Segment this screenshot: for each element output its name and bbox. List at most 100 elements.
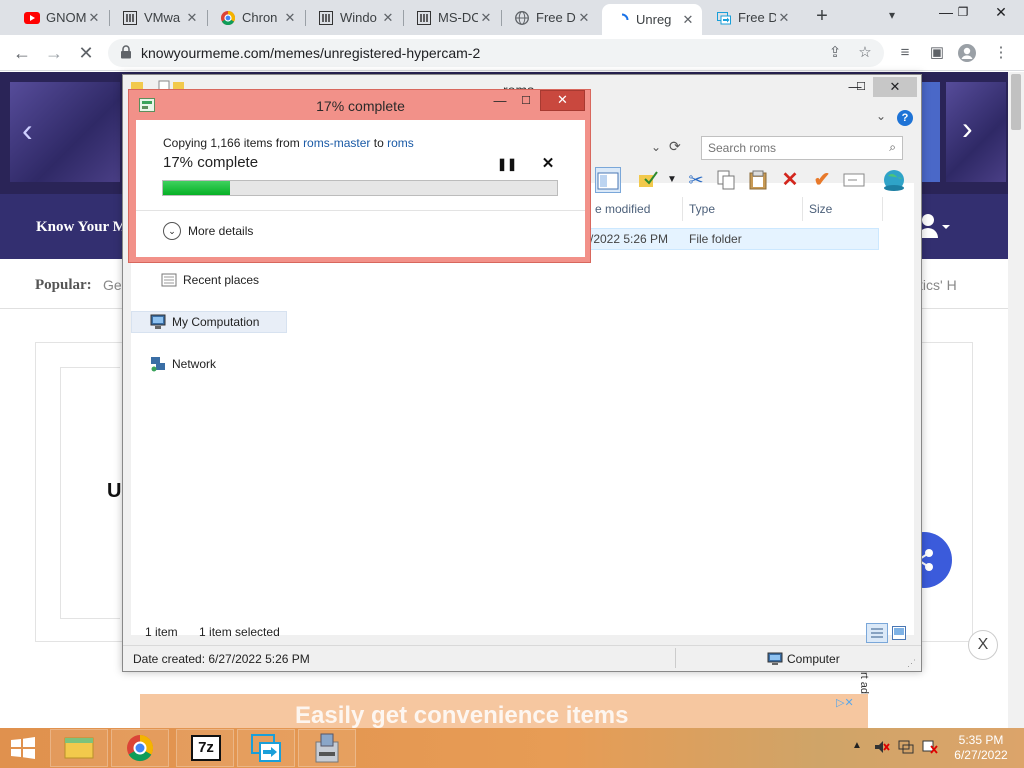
- taskbar-app-chrome[interactable]: [111, 729, 169, 767]
- tab-search-chevron-icon[interactable]: ▾: [889, 8, 895, 22]
- close-icon[interactable]: ✕: [478, 10, 494, 26]
- banner-thumbnail[interactable]: [920, 82, 940, 182]
- site-logo[interactable]: Know Your M: [36, 219, 127, 236]
- network-icon: [151, 357, 165, 372]
- tab-gnom[interactable]: GNOM ✕: [12, 4, 108, 31]
- address-dropdown-icon[interactable]: ⌄: [651, 140, 661, 154]
- restore-icon[interactable]: ❐: [948, 2, 978, 24]
- nav-network[interactable]: Network: [150, 356, 216, 372]
- taskbar-app-installer[interactable]: [298, 729, 356, 767]
- close-icon[interactable]: ✕: [680, 12, 696, 28]
- nav-my-computation[interactable]: My Computation: [150, 314, 259, 330]
- browser-toolbar: ← → ✕ knowyourmeme.com/memes/unregistere…: [0, 35, 1024, 71]
- search-icon[interactable]: ⌕: [889, 140, 896, 155]
- close-icon[interactable]: ✕: [282, 10, 298, 26]
- stop-loading-icon[interactable]: ✕: [74, 41, 98, 65]
- url-text[interactable]: knowyourmeme.com/memes/unregistered-hype…: [141, 45, 480, 61]
- maximize-icon[interactable]: ☐: [849, 77, 873, 97]
- ad-choices-icon[interactable]: ▷✕: [836, 696, 854, 709]
- forward-arrow-icon[interactable]: →: [42, 41, 66, 65]
- chevron-down-icon[interactable]: ⌄: [876, 109, 886, 123]
- scrollbar-thumb[interactable]: [1011, 74, 1021, 130]
- pause-button[interactable]: ❚❚: [497, 157, 517, 171]
- refresh-icon[interactable]: ⟳: [669, 138, 681, 155]
- cut-icon[interactable]: ✂: [683, 167, 709, 193]
- globe-icon[interactable]: [881, 167, 907, 193]
- side-panel-icon[interactable]: ▣: [928, 44, 946, 62]
- column-separator[interactable]: [682, 197, 683, 221]
- address-bar[interactable]: knowyourmeme.com/memes/unregistered-hype…: [108, 39, 884, 67]
- dialog-close-button[interactable]: ✕: [540, 90, 585, 111]
- tab-windows[interactable]: Windo ✕: [306, 4, 402, 31]
- reading-list-icon[interactable]: ≡: [896, 44, 914, 62]
- close-icon[interactable]: ✕: [86, 10, 102, 26]
- rename-icon[interactable]: [841, 167, 867, 193]
- tab-msdos[interactable]: MS-DC ✕: [404, 4, 500, 31]
- ad-banner[interactable]: Easily get convenience items ▷✕: [140, 694, 868, 728]
- column-separator[interactable]: [802, 197, 803, 221]
- taskbar-app-remote-desktop[interactable]: [237, 729, 295, 767]
- column-header-date-modified[interactable]: e modified: [595, 202, 650, 216]
- close-icon[interactable]: ✕: [576, 10, 592, 26]
- search-input[interactable]: [708, 141, 878, 155]
- statusbar-computer: Computer: [767, 652, 840, 666]
- chevron-down-icon[interactable]: ▼: [659, 167, 685, 193]
- network-status-icon[interactable]: [898, 740, 914, 757]
- paste-icon[interactable]: [745, 167, 771, 193]
- tab-chrome[interactable]: Chron ✕: [208, 4, 304, 31]
- help-icon[interactable]: ?: [897, 110, 913, 126]
- system-clock[interactable]: 5:35 PM 6/27/2022: [946, 733, 1016, 763]
- start-button[interactable]: [8, 735, 38, 761]
- copy-icon[interactable]: [713, 167, 739, 193]
- delete-icon[interactable]: ✕: [777, 167, 803, 193]
- chevron-down-icon: ⌄: [163, 222, 181, 240]
- resize-grip-icon[interactable]: ⋰: [907, 658, 916, 669]
- window-close-icon[interactable]: ✕: [873, 77, 917, 97]
- profile-icon[interactable]: [958, 44, 976, 62]
- ad-close-button[interactable]: X: [968, 630, 998, 660]
- window-close-icon[interactable]: ✕: [986, 2, 1016, 24]
- nav-recent-places[interactable]: Recent places: [161, 272, 259, 288]
- volume-muted-icon[interactable]: [874, 740, 890, 757]
- tab-free-d-1[interactable]: Free D ✕: [502, 4, 598, 31]
- tab-free-d-2[interactable]: Free D ✕: [704, 4, 798, 31]
- search-box[interactable]: ⌕: [701, 136, 903, 160]
- item-count: 1 item: [145, 625, 178, 639]
- column-separator[interactable]: [882, 197, 883, 221]
- checkmark-icon[interactable]: ✔: [809, 167, 835, 193]
- share-page-icon[interactable]: ⇪: [826, 44, 844, 62]
- popular-link[interactable]: Ge: [103, 277, 122, 293]
- column-header-size[interactable]: Size: [809, 202, 832, 216]
- tab-vmware[interactable]: VMwa ✕: [110, 4, 206, 31]
- maximize-icon[interactable]: ☐: [515, 92, 537, 112]
- taskbar-app-file-explorer[interactable]: [50, 729, 108, 767]
- cancel-copy-button[interactable]: ✕: [541, 156, 555, 171]
- close-icon[interactable]: ✕: [184, 10, 200, 26]
- carousel-prev-icon[interactable]: ‹: [22, 112, 33, 149]
- action-center-icon[interactable]: [922, 740, 938, 757]
- back-arrow-icon[interactable]: ←: [10, 41, 34, 65]
- tray-expand-icon[interactable]: ▲: [852, 740, 862, 751]
- file-row[interactable]: /2022 5:26 PM File folder: [585, 228, 879, 250]
- taskbar-app-7zip[interactable]: 7z: [176, 729, 234, 767]
- bookmark-star-icon[interactable]: ☆: [856, 44, 874, 62]
- properties-icon[interactable]: [635, 167, 661, 193]
- carousel-next-icon[interactable]: ›: [962, 110, 973, 147]
- column-header-type[interactable]: Type: [689, 202, 715, 216]
- menu-kebab-icon[interactable]: ⋮: [992, 44, 1010, 62]
- tab-unregistered[interactable]: Unreg ✕: [602, 4, 702, 35]
- source-folder-link[interactable]: roms-master: [303, 136, 370, 150]
- details-view-button[interactable]: [866, 623, 888, 643]
- preview-pane-button[interactable]: [595, 167, 621, 193]
- new-tab-button[interactable]: +: [812, 6, 832, 28]
- chrome-icon: [220, 10, 236, 26]
- page-scrollbar[interactable]: [1008, 72, 1024, 728]
- banner-thumbnail[interactable]: [946, 82, 1006, 182]
- clock-date: 6/27/2022: [954, 748, 1008, 762]
- destination-folder-link[interactable]: roms: [387, 136, 414, 150]
- more-details-button[interactable]: ⌄ More details: [163, 222, 253, 240]
- large-icons-view-icon[interactable]: [892, 626, 906, 640]
- close-icon[interactable]: ✕: [776, 10, 792, 26]
- close-icon[interactable]: ✕: [380, 10, 396, 26]
- minimize-icon[interactable]: —: [489, 92, 511, 112]
